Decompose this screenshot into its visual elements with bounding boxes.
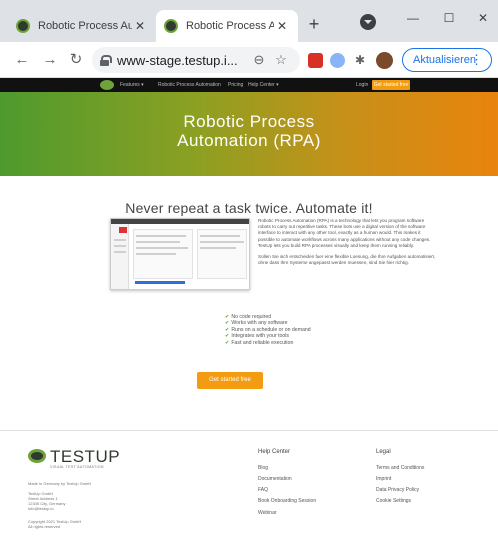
close-window-button[interactable]: ✕ (466, 6, 498, 30)
nav-item-help-center[interactable]: Help Center ▾ (248, 80, 279, 90)
footer-copyright: All rights reserved (28, 524, 61, 529)
new-tab-button[interactable]: + (304, 14, 324, 35)
product-screenshot (110, 218, 250, 290)
tab-strip: Robotic Process Au ✕ Robotic Process Au … (0, 0, 498, 42)
hero-title-line-2: Automation (RPA) (177, 131, 321, 150)
site-logo-icon[interactable] (100, 80, 114, 90)
get-started-button[interactable]: Get started free (197, 372, 263, 389)
address-bar[interactable]: www-stage.testup.i... (92, 47, 300, 73)
maximize-button[interactable]: ☐ (432, 6, 466, 30)
update-button-label: Aktualisieren (413, 54, 476, 66)
description-paragraph: Sollen Sie sich entscheiden fuer eine fl… (258, 254, 436, 266)
hero-title-line-1: Robotic Process (183, 112, 315, 131)
description-paragraph: Robotic Process Automation (RPA) is a te… (258, 218, 431, 248)
extension-red-icon[interactable] (308, 53, 323, 68)
tab-title: Robotic Process Au (38, 20, 132, 32)
tab-search-icon[interactable] (360, 14, 376, 30)
footer-link-imprint[interactable]: Imprint (376, 476, 391, 482)
footer-link-onboarding[interactable]: Book Onboarding Session (258, 498, 316, 504)
footer-help-center-heading: Help Center (258, 449, 291, 455)
site-footer: TESTUP VISUAL TEST AUTOMATION Made in Ge… (0, 430, 498, 538)
extension-blue-icon[interactable] (330, 53, 345, 68)
footer-link-privacy[interactable]: Data Privacy Policy (376, 487, 419, 493)
tab-title: Robotic Process Au (186, 20, 274, 32)
puzzle-icon[interactable]: ✱ (352, 52, 368, 68)
footer-link-documentation[interactable]: Documentation (258, 476, 292, 482)
star-icon[interactable]: ☆ (273, 52, 289, 68)
minimize-button[interactable]: — (396, 6, 430, 30)
menu-icon[interactable]: ⋮ (470, 52, 483, 68)
check-icon: ✔ (225, 314, 230, 320)
nav-item-pricing[interactable]: Pricing (228, 80, 243, 90)
tab-close-icon[interactable]: ✕ (132, 19, 148, 33)
browser-tab-2-active[interactable]: Robotic Process Au ✕ (156, 10, 298, 42)
nav-item-rpa[interactable]: Robotic Process Automation (158, 80, 221, 90)
footer-link-terms[interactable]: Terms and Conditions (376, 465, 424, 471)
footer-link-faq[interactable]: FAQ (258, 487, 268, 493)
back-icon[interactable]: ← (12, 50, 32, 70)
footer-tagline: VISUAL TEST AUTOMATION (50, 465, 104, 469)
testup-logo-icon[interactable] (28, 449, 46, 463)
tab-close-icon[interactable]: ✕ (274, 19, 290, 33)
browser-toolbar: ← → ↻ www-stage.testup.i... ⊖ ☆ ✱ Aktual… (0, 42, 498, 78)
rpa-description: Robotic Process Automation (RPA) is a te… (258, 218, 436, 271)
browser-tab-1[interactable]: Robotic Process Au ✕ (8, 10, 156, 42)
lock-icon[interactable] (100, 54, 112, 66)
update-button[interactable]: Aktualisieren ⋮ (402, 48, 492, 72)
site-favicon-icon (164, 19, 178, 33)
footer-brand[interactable]: TESTUP (50, 447, 120, 467)
footer-contact-line: Made in Germany by TestUp GmbH (28, 481, 92, 486)
zoom-icon[interactable]: ⊖ (251, 52, 267, 68)
nav-login-link[interactable]: Login (356, 80, 368, 90)
check-icon: ✔ (225, 339, 230, 346)
check-icon: ✔ (225, 333, 230, 340)
reload-icon[interactable]: ↻ (66, 50, 86, 70)
footer-legal-heading: Legal (376, 449, 391, 455)
hero-banner: Robotic Process Automation (RPA) (0, 92, 498, 176)
feature-list: ✔ No code required ✔ Works with any softwa… (225, 314, 311, 346)
footer-contact-line[interactable]: info@testup.io (28, 506, 54, 511)
check-icon: ✔ (225, 326, 230, 333)
footer-link-cookies[interactable]: Cookie Settings (376, 498, 411, 504)
site-navbar: Features ▾ Robotic Process Automation Pr… (0, 78, 498, 92)
page-headline: Never repeat a task twice. Automate it! (125, 200, 373, 216)
footer-link-blog[interactable]: Blog (258, 465, 268, 471)
check-icon: ✔ (225, 320, 230, 327)
feature-item: ✔ Fast and reliable execution (225, 339, 294, 346)
avatar[interactable] (376, 52, 393, 69)
nav-get-started-button[interactable]: Get started free (372, 80, 410, 90)
nav-item-features[interactable]: Features ▾ (120, 80, 144, 90)
site-favicon-icon (16, 19, 30, 33)
forward-icon[interactable]: → (40, 50, 60, 70)
footer-link-webinar[interactable]: Webinar (258, 510, 277, 516)
